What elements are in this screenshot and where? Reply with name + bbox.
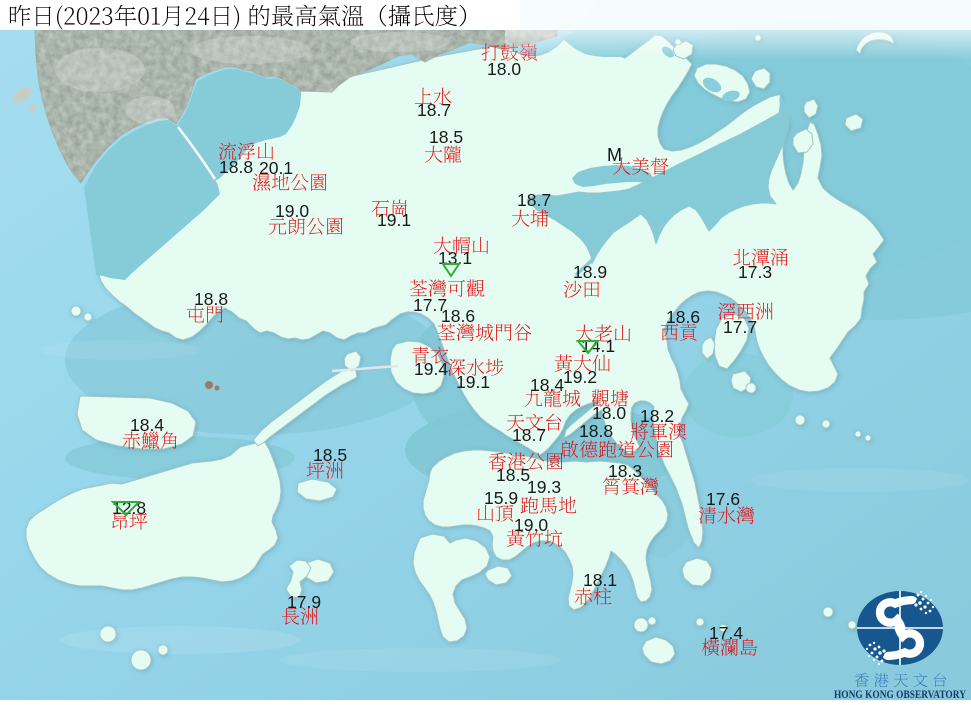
svg-text:14.1: 14.1 bbox=[581, 336, 615, 356]
svg-text:18.7: 18.7 bbox=[517, 190, 551, 210]
svg-text:18.5: 18.5 bbox=[496, 465, 530, 485]
svg-text:19.2: 19.2 bbox=[563, 367, 597, 387]
svg-text:17.7: 17.7 bbox=[723, 317, 757, 337]
svg-text:18.3: 18.3 bbox=[608, 461, 642, 481]
svg-text:19.3: 19.3 bbox=[527, 477, 561, 497]
svg-text:18.2: 18.2 bbox=[640, 406, 674, 426]
svg-text:18.4: 18.4 bbox=[530, 375, 564, 395]
svg-text:18.1: 18.1 bbox=[583, 570, 617, 590]
svg-text:17.9: 17.9 bbox=[287, 592, 321, 612]
svg-text:19.0: 19.0 bbox=[514, 515, 548, 535]
svg-text:20.1: 20.1 bbox=[259, 158, 293, 178]
svg-text:19.1: 19.1 bbox=[456, 372, 490, 392]
svg-text:18.8: 18.8 bbox=[579, 421, 613, 441]
svg-text:18.8: 18.8 bbox=[194, 289, 228, 309]
svg-text:18.5: 18.5 bbox=[429, 127, 463, 147]
svg-text:18.6: 18.6 bbox=[666, 307, 700, 327]
svg-text:M: M bbox=[607, 145, 622, 165]
svg-text:15.9: 15.9 bbox=[484, 488, 518, 508]
svg-text:18.5: 18.5 bbox=[313, 445, 347, 465]
svg-text:18.8: 18.8 bbox=[219, 157, 253, 177]
svg-text:18.7: 18.7 bbox=[512, 425, 546, 445]
svg-text:17.3: 17.3 bbox=[738, 262, 772, 282]
svg-text:18.6: 18.6 bbox=[441, 306, 475, 326]
svg-text:19.4: 19.4 bbox=[414, 359, 448, 379]
svg-text:HONG KONG OBSERVATORY: HONG KONG OBSERVATORY bbox=[834, 688, 966, 700]
svg-text:19.1: 19.1 bbox=[377, 210, 411, 230]
svg-text:17.4: 17.4 bbox=[709, 623, 743, 643]
svg-text:18.7: 18.7 bbox=[417, 100, 451, 120]
svg-text:18.0: 18.0 bbox=[487, 59, 521, 79]
svg-text:18.0: 18.0 bbox=[592, 403, 626, 423]
svg-text:17.6: 17.6 bbox=[706, 489, 740, 509]
svg-text:18.4: 18.4 bbox=[130, 415, 164, 435]
svg-text:18.9: 18.9 bbox=[573, 262, 607, 282]
svg-text:19.0: 19.0 bbox=[275, 201, 309, 221]
